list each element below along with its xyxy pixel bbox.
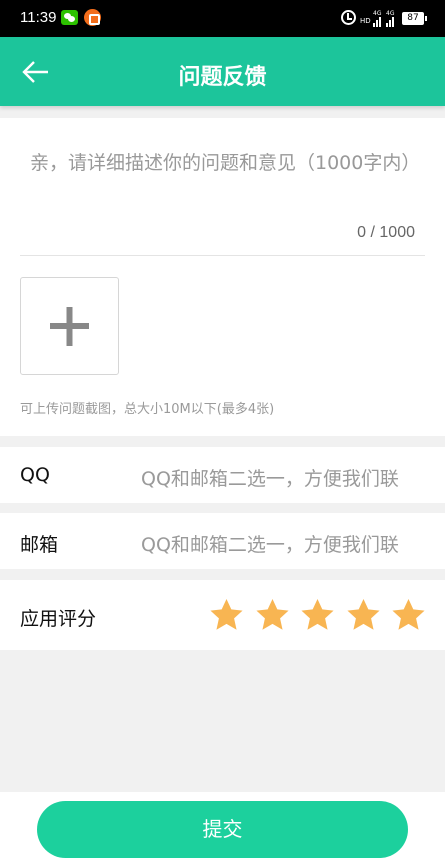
page-title: 问题反馈 <box>178 65 267 90</box>
signal-icon: HD 4G 4G <box>360 10 398 27</box>
feedback-textarea[interactable]: 亲，请详细描述你的问题和意见（1000字内） <box>30 150 425 220</box>
email-row: 邮箱 QQ和邮箱二选一，方便我们联 <box>0 513 445 569</box>
star-icon[interactable] <box>300 598 335 632</box>
qq-label: QQ <box>20 464 50 486</box>
submit-button[interactable]: 提交 <box>37 801 408 858</box>
network-type-1: 4G <box>373 10 382 17</box>
status-time: 11:39 <box>20 9 57 26</box>
plus-icon <box>50 307 89 346</box>
qq-input[interactable]: QQ和邮箱二选一，方便我们联 <box>141 464 431 491</box>
feedback-card: 亲，请详细描述你的问题和意见（1000字内） 0 / 1000 可上传问题截图，… <box>0 118 445 436</box>
wechat-icon <box>61 10 78 25</box>
email-input[interactable]: QQ和邮箱二选一，方便我们联 <box>141 530 431 557</box>
star-icon[interactable] <box>255 598 290 632</box>
upload-hint: 可上传问题截图，总大小10M以下(最多4张) <box>20 402 275 417</box>
rating-label: 应用评分 <box>20 608 97 630</box>
app-notification-icon <box>84 9 101 26</box>
hd-indicator: HD <box>360 17 371 25</box>
alarm-icon <box>341 10 356 25</box>
email-label: 邮箱 <box>20 534 59 556</box>
battery-icon: 87 <box>402 12 427 25</box>
star-icon[interactable] <box>346 598 381 632</box>
star-icon[interactable] <box>391 598 426 632</box>
status-bar: 11:39 HD 4G 4G 87 <box>0 0 445 37</box>
upload-image-button[interactable] <box>20 277 119 375</box>
char-counter: 0 / 1000 <box>357 224 415 241</box>
rating-row: 应用评分 <box>0 580 445 650</box>
divider <box>20 255 425 256</box>
app-bar: 问题反馈 <box>0 37 445 106</box>
network-type-2: 4G <box>386 10 395 17</box>
qq-row: QQ QQ和邮箱二选一，方便我们联 <box>0 447 445 503</box>
bottom-bar: 提交 <box>0 792 445 867</box>
star-icon[interactable] <box>209 598 244 632</box>
